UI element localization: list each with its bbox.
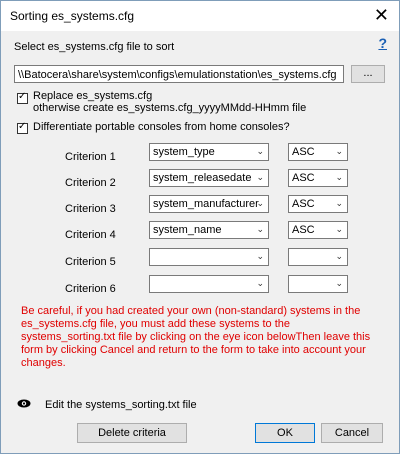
criterion-order-value: ASC: [292, 146, 315, 158]
eye-icon[interactable]: [17, 399, 31, 408]
chevron-down-icon: ⌄: [256, 199, 264, 209]
chevron-down-icon: ⌄: [335, 279, 343, 289]
criterion-field-value: system_type: [153, 146, 215, 158]
criterion-field-value: system_manufacturer: [153, 198, 259, 210]
ok-button[interactable]: OK: [255, 423, 315, 443]
browse-button[interactable]: ...: [351, 65, 385, 83]
chevron-down-icon: ⌄: [256, 173, 264, 183]
criterion-order-value: ASC: [292, 172, 315, 184]
chevron-down-icon: ⌄: [335, 199, 343, 209]
criterion-field-select[interactable]: system_type ⌄: [149, 143, 269, 161]
criterion-label: Criterion 2: [65, 177, 116, 189]
criterion-order-value: ASC: [292, 198, 315, 210]
cancel-button[interactable]: Cancel: [321, 423, 383, 443]
chevron-down-icon: ⌄: [256, 147, 264, 157]
help-icon[interactable]: ?: [378, 35, 387, 51]
file-path-input[interactable]: \\Batocera\share\system\configs\emulatio…: [14, 65, 344, 83]
criterion-order-select[interactable]: ⌄: [288, 248, 348, 266]
chevron-down-icon: ⌄: [335, 147, 343, 157]
chevron-down-icon: ⌄: [335, 252, 343, 262]
criterion-order-select[interactable]: ASC ⌄: [288, 143, 348, 161]
criterion-field-select[interactable]: system_releasedate ⌄: [149, 169, 269, 187]
delete-criteria-button[interactable]: Delete criteria: [77, 423, 187, 443]
criterion-order-select[interactable]: ⌄: [288, 275, 348, 293]
criterion-field-value: system_name: [153, 224, 222, 236]
criterion-label: Criterion 5: [65, 256, 116, 268]
replace-sublabel: otherwise create es_systems.cfg_yyyyMMdd…: [33, 102, 307, 114]
criterion-label: Criterion 3: [65, 203, 116, 215]
chevron-down-icon: ⌄: [256, 279, 264, 289]
criterion-field-select[interactable]: system_manufacturer ⌄: [149, 195, 269, 213]
close-icon[interactable]: ✕: [374, 5, 389, 26]
criterion-order-select[interactable]: ASC ⌄: [288, 195, 348, 213]
criterion-field-value: system_releasedate: [153, 172, 252, 184]
chevron-down-icon: ⌄: [335, 173, 343, 183]
differentiate-label: Differentiate portable consoles from hom…: [33, 121, 290, 133]
chevron-down-icon: ⌄: [335, 225, 343, 235]
criterion-label: Criterion 6: [65, 283, 116, 295]
replace-checkbox[interactable]: [17, 91, 28, 104]
edit-sorting-file-label: Edit the systems_sorting.txt file: [45, 399, 197, 411]
select-file-label: Select es_systems.cfg file to sort: [14, 41, 175, 53]
title-bar: Sorting es_systems.cfg ✕: [1, 1, 399, 31]
differentiate-checkbox[interactable]: [17, 121, 28, 134]
criterion-order-value: ASC: [292, 224, 315, 236]
criterion-order-select[interactable]: ASC ⌄: [288, 221, 348, 239]
chevron-down-icon: ⌄: [256, 225, 264, 235]
chevron-down-icon: ⌄: [256, 252, 264, 262]
criterion-field-select[interactable]: ⌄: [149, 248, 269, 266]
criterion-order-select[interactable]: ASC ⌄: [288, 169, 348, 187]
dialog-window: Sorting es_systems.cfg ✕ Select es_syste…: [0, 0, 400, 454]
window-title: Sorting es_systems.cfg: [10, 9, 135, 23]
criterion-label: Criterion 1: [65, 151, 116, 163]
criterion-label: Criterion 4: [65, 229, 116, 241]
criterion-field-select[interactable]: ⌄: [149, 275, 269, 293]
replace-label: Replace es_systems.cfg: [33, 90, 153, 102]
criterion-field-select[interactable]: system_name ⌄: [149, 221, 269, 239]
warning-text: Be careful, if you had created your own …: [21, 305, 371, 369]
